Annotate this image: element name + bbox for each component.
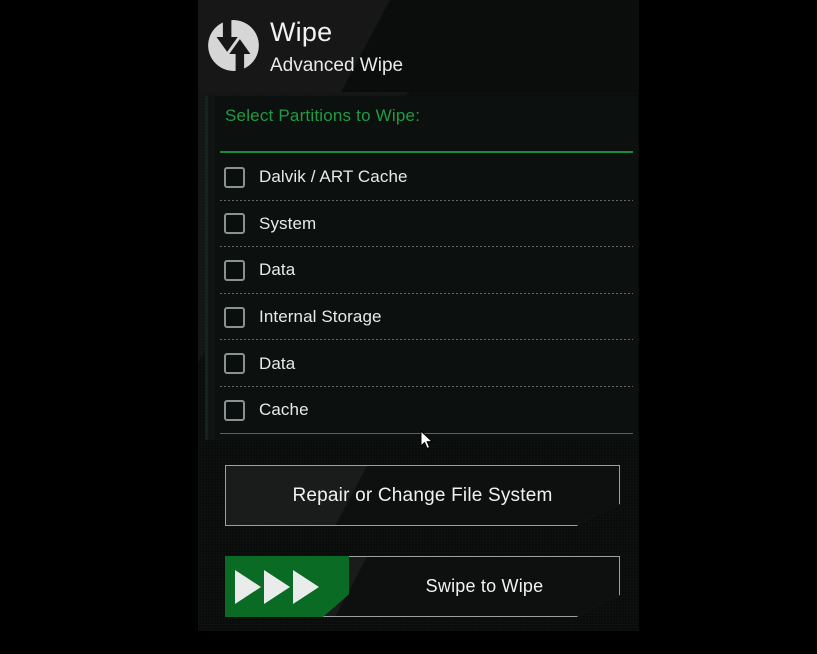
list-item[interactable]: Cache [215,387,638,434]
list-item[interactable]: System [215,201,638,248]
list-item[interactable]: Data [215,340,638,387]
checkbox-data-secondary[interactable] [224,353,245,375]
list-item-label: Cache [259,400,309,420]
partition-rows: Dalvik / ART Cache System Data Internal … [215,154,638,434]
partition-list-inner: Select Partitions to Wipe: Dalvik / ART … [215,96,638,440]
checkbox-internal-storage[interactable] [224,306,245,328]
twrp-logo-icon [207,19,260,72]
actions-area: Repair or Change File System Swipe to Wi… [198,440,639,631]
list-header-label: Select Partitions to Wipe: [225,106,421,125]
list-item-label: Dalvik / ART Cache [259,167,408,187]
play-arrow-icon [293,569,319,604]
checkbox-system[interactable] [224,213,245,235]
list-item[interactable]: Data [215,247,638,294]
play-arrow-icon [235,569,261,604]
list-item[interactable]: Dalvik / ART Cache [215,154,638,201]
repair-or-change-file-system-button[interactable]: Repair or Change File System [225,465,620,526]
app-header: Wipe Advanced Wipe [198,0,639,92]
list-header-rule [220,151,633,153]
checkbox-dalvik-art-cache[interactable] [224,166,245,188]
page-title: Wipe [270,17,333,47]
partition-list-panel: Select Partitions to Wipe: Dalvik / ART … [205,96,638,440]
swipe-to-wipe-label: Swipe to Wipe [425,576,544,596]
slider-thumb[interactable] [225,556,349,617]
list-item[interactable]: Internal Storage [215,294,638,341]
row-divider [220,432,633,434]
list-item-label: Internal Storage [259,307,382,327]
repair-button-label: Repair or Change File System [292,484,553,506]
checkbox-cache[interactable] [224,399,245,421]
page-subtitle: Advanced Wipe [270,55,404,76]
swipe-to-wipe-slider[interactable]: Swipe to Wipe [225,556,620,617]
play-arrow-icon [264,569,290,604]
list-item-label: System [259,213,317,233]
list-item-label: Data [259,260,296,280]
header-sheen-decoration [198,0,639,92]
title-block: Wipe Advanced Wipe [270,17,403,78]
screen-root: Wipe Advanced Wipe Select Partitions to … [0,0,817,654]
list-item-label: Data [259,353,296,373]
list-header: Select Partitions to Wipe: [215,96,638,136]
twrp-app-frame: Wipe Advanced Wipe Select Partitions to … [198,0,639,631]
checkbox-data[interactable] [224,259,245,281]
